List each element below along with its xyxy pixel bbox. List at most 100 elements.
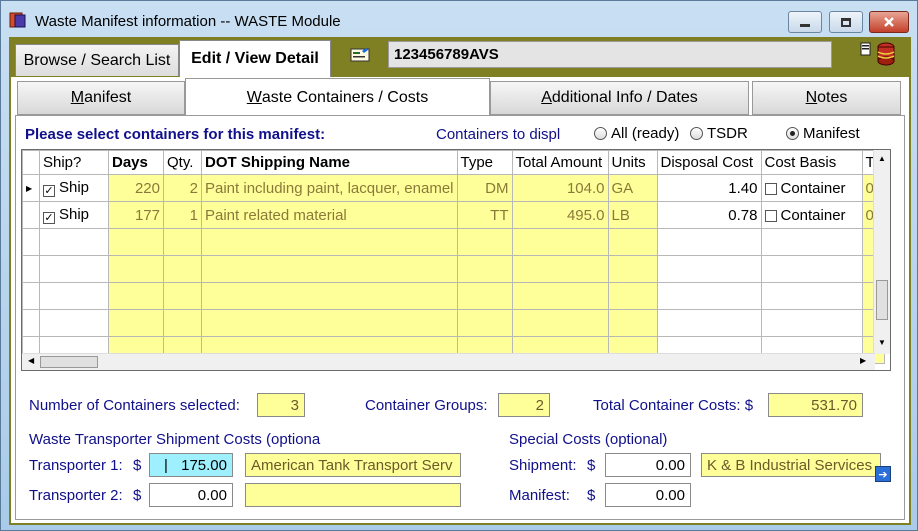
- type-cell[interactable]: TT: [456, 201, 513, 229]
- grid-horizontal-scrollbar[interactable]: ◀ ▶: [22, 353, 875, 370]
- scroll-down-icon[interactable]: ▼: [878, 338, 886, 347]
- empty-row[interactable]: [22, 228, 886, 256]
- tab-manifest-label: anifest: [84, 89, 132, 106]
- minimize-button[interactable]: [788, 11, 822, 33]
- days-cell[interactable]: 177: [108, 201, 164, 229]
- grid-header-row: Ship? Days Qty. DOT Shipping Name Type T…: [22, 150, 886, 175]
- empty-row[interactable]: [22, 309, 886, 337]
- radio-all-ready[interactable]: All (ready): [594, 125, 679, 142]
- cost-basis-checkbox[interactable]: [764, 209, 777, 222]
- table-row[interactable]: ▶ ✓ Ship 220 2 Paint including paint, lac…: [22, 174, 886, 202]
- manifest-card-icon: [350, 48, 370, 62]
- transporter-1-name-field[interactable]: American Tank Transport Serv: [245, 453, 461, 477]
- ship-checkbox[interactable]: ✓: [43, 212, 55, 224]
- col-type[interactable]: Type: [456, 150, 513, 175]
- transporter-2-name-field[interactable]: [245, 483, 461, 507]
- disposal-cost-cell[interactable]: 1.40: [656, 174, 762, 202]
- transporter-1-label: Transporter 1:: [29, 457, 123, 474]
- col-dot-name[interactable]: DOT Shipping Name: [201, 150, 458, 175]
- tab-waste-label: aste Containers / Costs: [261, 88, 429, 106]
- radio-all-ready-circle[interactable]: [594, 127, 607, 140]
- ship-text: Ship: [59, 179, 90, 196]
- window-title: Waste Manifest information -- WASTE Modu…: [35, 13, 341, 30]
- minimize-icon: [800, 23, 810, 27]
- transporter-2-dollar: $: [133, 487, 142, 504]
- dot-name-cell[interactable]: Paint including paint, lacquer, enamel: [201, 174, 458, 202]
- manifest-number-field: 123456789AVS: [388, 41, 832, 68]
- col-ship[interactable]: Ship?: [39, 150, 109, 175]
- ship-text: Ship: [59, 206, 90, 223]
- container-groups-label: Container Groups:: [365, 397, 488, 414]
- table-row[interactable]: ✓ Ship 177 1 Paint related material TT 49…: [22, 201, 886, 229]
- days-cell[interactable]: 220: [108, 174, 164, 202]
- col-qty[interactable]: Qty.: [163, 150, 202, 175]
- transporter-1-dollar: $: [133, 457, 142, 474]
- ship-checkbox[interactable]: ✓: [43, 185, 55, 197]
- col-cost-basis[interactable]: Cost Basis: [760, 150, 863, 175]
- col-days[interactable]: Days: [108, 150, 164, 175]
- vertical-scroll-thumb[interactable]: [876, 280, 888, 320]
- tab-additional-info[interactable]: Additional Info / Dates: [490, 81, 749, 115]
- manifest-cost-input[interactable]: 0.00: [605, 483, 691, 507]
- qty-cell[interactable]: 1: [163, 201, 202, 229]
- app-window: Waste Manifest information -- WASTE Modu…: [0, 0, 918, 531]
- cost-basis-text: Container: [780, 206, 846, 224]
- transporter-1-cost-input[interactable]: | 175.00: [149, 453, 233, 477]
- total-amount-cell[interactable]: 495.0: [511, 201, 609, 229]
- cost-basis-cell[interactable]: Container: [760, 201, 863, 229]
- tab-manifest[interactable]: Manifest: [17, 81, 185, 115]
- col-total-amount[interactable]: Total Amount: [511, 150, 609, 175]
- tab-waste-containers[interactable]: Waste Containers / Costs: [185, 78, 490, 116]
- tab-browse-search[interactable]: Browse / Search List: [15, 44, 179, 76]
- radio-manifest-circle[interactable]: [786, 127, 799, 140]
- empty-row[interactable]: [22, 282, 886, 310]
- dot-name-cell[interactable]: Paint related material: [201, 201, 458, 229]
- database-icon[interactable]: [859, 40, 899, 68]
- radio-tsdr[interactable]: TSDR: [690, 125, 748, 142]
- arrow-right-icon: ➔: [878, 468, 888, 481]
- grid-row-indicator-header: [22, 150, 40, 175]
- shipment-cost-input[interactable]: 0.00: [605, 453, 691, 477]
- empty-row[interactable]: [22, 255, 886, 283]
- shipment-label: Shipment:: [509, 457, 577, 474]
- scroll-up-icon[interactable]: ▲: [878, 154, 886, 163]
- disposal-cost-cell[interactable]: 0.78: [656, 201, 762, 229]
- special-costs-title: Special Costs (optional): [509, 431, 668, 448]
- units-cell[interactable]: LB: [607, 201, 658, 229]
- transporter-2-cost-input[interactable]: 0.00: [149, 483, 233, 507]
- next-arrow-button[interactable]: ➔: [875, 466, 891, 482]
- scroll-left-icon[interactable]: ◀: [28, 356, 34, 365]
- total-amount-cell[interactable]: 104.0: [511, 174, 609, 202]
- tab-notes-hotkey: N: [805, 89, 818, 106]
- num-containers-label: Number of Containers selected:: [29, 397, 240, 414]
- radio-tsdr-circle[interactable]: [690, 127, 703, 140]
- tab-notes[interactable]: Notes: [752, 81, 901, 115]
- ship-cell[interactable]: ✓ Ship: [39, 201, 109, 229]
- cost-basis-checkbox[interactable]: [764, 182, 777, 195]
- horizontal-scroll-thumb[interactable]: [40, 356, 98, 368]
- type-cell[interactable]: DM: [456, 174, 513, 202]
- shipment-vendor-field[interactable]: K & B Industrial Services: [701, 453, 881, 477]
- containers-grid[interactable]: Ship? Days Qty. DOT Shipping Name Type T…: [21, 149, 891, 371]
- tab-edit-view[interactable]: Edit / View Detail: [179, 40, 331, 77]
- maximize-icon: [841, 17, 851, 27]
- units-cell[interactable]: GA: [607, 174, 658, 202]
- scroll-right-icon[interactable]: ▶: [860, 356, 866, 365]
- tab-waste-hotkey: W: [246, 88, 262, 106]
- num-containers-field: 3: [257, 393, 305, 417]
- radio-all-ready-label: All (ready): [611, 125, 680, 142]
- maximize-button[interactable]: [829, 11, 863, 33]
- transporter-section-title: Waste Transporter Shipment Costs (option…: [29, 431, 321, 448]
- col-disposal-cost[interactable]: Disposal Cost: [656, 150, 762, 175]
- containers-display-label: Containers to displ: [436, 126, 561, 143]
- radio-manifest[interactable]: Manifest: [786, 125, 860, 142]
- title-bar[interactable]: Waste Manifest information -- WASTE Modu…: [1, 1, 917, 35]
- total-costs-field: 531.70: [768, 393, 863, 417]
- cost-basis-cell[interactable]: Container: [760, 174, 863, 202]
- grid-vertical-scrollbar[interactable]: ▲ ▼: [873, 150, 890, 354]
- col-units[interactable]: Units: [607, 150, 658, 175]
- ship-cell[interactable]: ✓ Ship: [39, 174, 109, 202]
- close-icon: [884, 17, 894, 27]
- close-button[interactable]: [869, 11, 909, 33]
- qty-cell[interactable]: 2: [163, 174, 202, 202]
